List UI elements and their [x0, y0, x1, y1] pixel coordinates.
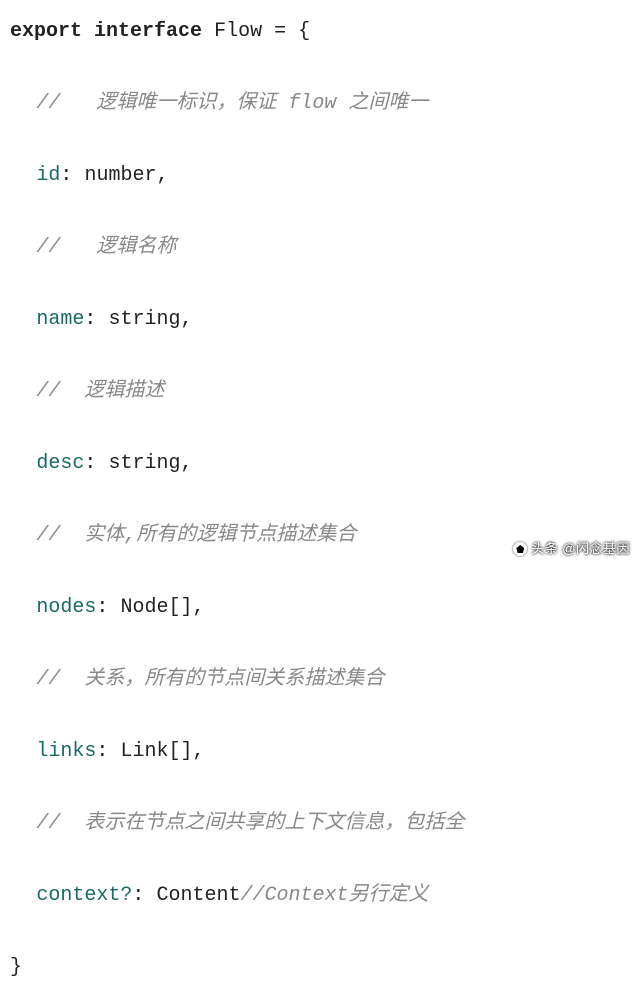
colon: : [132, 884, 144, 907]
colon: : [60, 164, 72, 187]
comma: , [180, 452, 192, 475]
equals-sign: = [274, 20, 286, 43]
colon: : [96, 740, 108, 763]
close-brace: } [10, 956, 22, 979]
code-line: name: string, [10, 302, 630, 338]
comma: , [192, 740, 204, 763]
comment: // 表示在节点之间共享的上下文信息，包括全 [36, 812, 464, 835]
property-id: id [36, 164, 60, 187]
keyword-export: export [10, 20, 82, 43]
inline-comment: //Context另行定义 [240, 884, 428, 907]
code-line: links: Link[], [10, 734, 630, 770]
type-string: string [108, 452, 180, 475]
code-line: } [10, 950, 630, 986]
keyword-interface: interface [94, 20, 202, 43]
colon: : [84, 308, 96, 331]
watermark-icon [513, 542, 527, 556]
code-line: context?: Content//Context另行定义 [10, 878, 630, 914]
property-links: links [36, 740, 96, 763]
watermark: 头条 @闪念基因 [513, 531, 630, 567]
comma: , [156, 164, 168, 187]
property-name: name [36, 308, 84, 331]
code-line: // 逻辑唯一标识，保证 flow 之间唯一 [10, 86, 630, 122]
comment: // 逻辑名称 [36, 236, 176, 259]
code-line: // 表示在节点之间共享的上下文信息，包括全 [10, 806, 630, 842]
type-content: Content [156, 884, 240, 907]
code-line: id: number, [10, 158, 630, 194]
property-nodes: nodes [36, 596, 96, 619]
code-line: export interface Flow = { [10, 14, 630, 50]
interface-name: Flow [214, 20, 262, 43]
watermark-handle: @闪念基因 [562, 531, 630, 567]
open-brace: { [298, 20, 310, 43]
property-desc: desc [36, 452, 84, 475]
comment: // 关系，所有的节点间关系描述集合 [36, 668, 384, 691]
colon: : [84, 452, 96, 475]
code-line: // 关系，所有的节点间关系描述集合 [10, 662, 630, 698]
code-line: // 逻辑描述 [10, 374, 630, 410]
comma: , [180, 308, 192, 331]
code-line: nodes: Node[], [10, 590, 630, 626]
comma: , [192, 596, 204, 619]
code-line: desc: string, [10, 446, 630, 482]
code-line: // 逻辑名称 [10, 230, 630, 266]
code-block: export interface Flow = { // 逻辑唯一标识，保证 f… [10, 14, 630, 986]
type-number: number [84, 164, 156, 187]
comment: // 实体,所有的逻辑节点描述集合 [36, 524, 356, 547]
type-string: string [108, 308, 180, 331]
type-node-array: Node[] [120, 596, 192, 619]
type-link-array: Link[] [120, 740, 192, 763]
property-context: context? [36, 884, 132, 907]
comment: // 逻辑唯一标识，保证 flow 之间唯一 [36, 92, 428, 115]
watermark-label: 头条 [531, 531, 558, 567]
comment: // 逻辑描述 [36, 380, 164, 403]
colon: : [96, 596, 108, 619]
